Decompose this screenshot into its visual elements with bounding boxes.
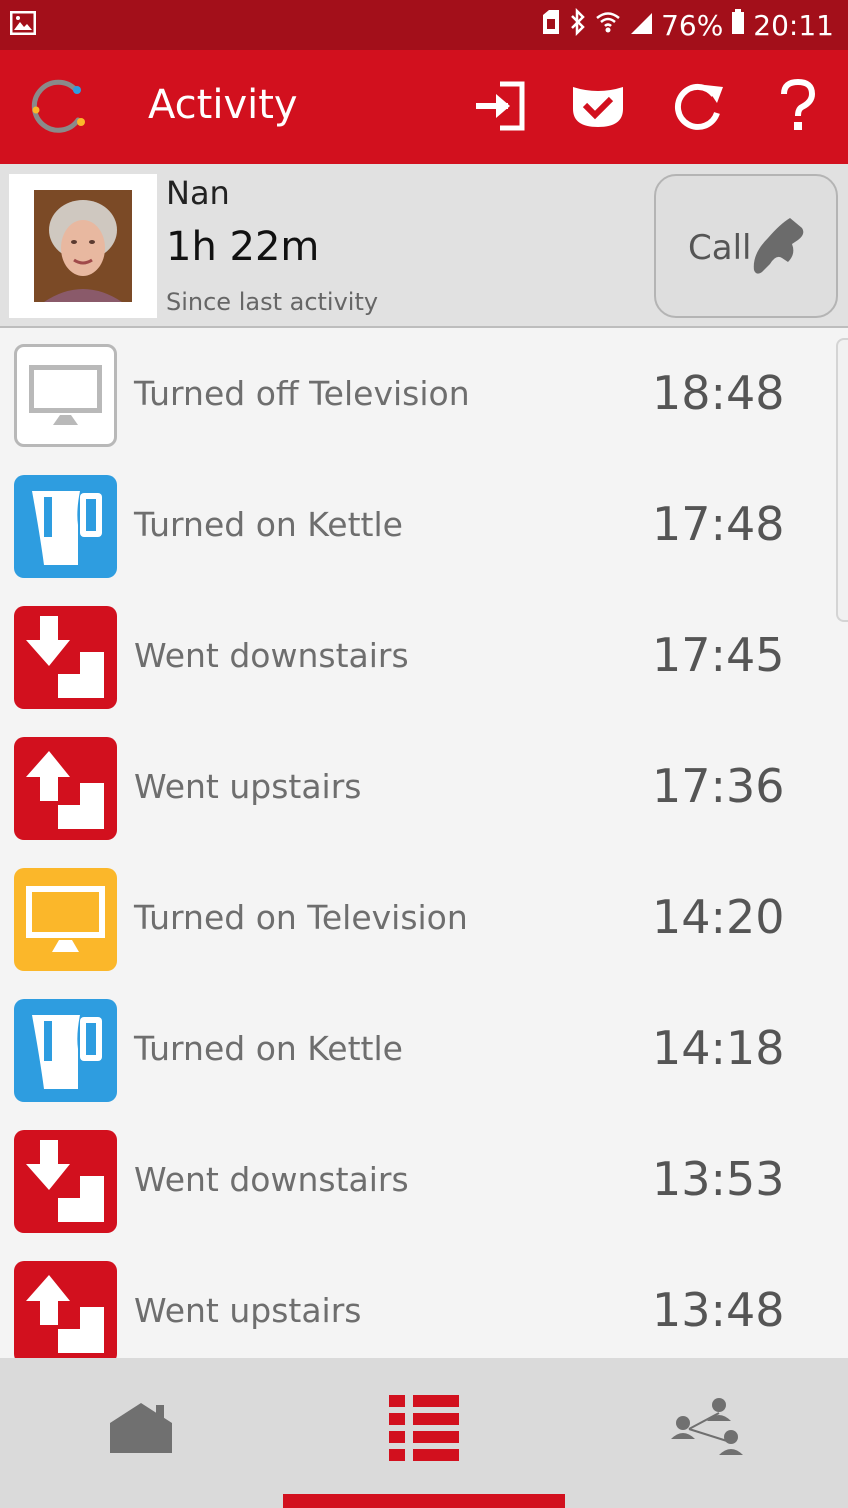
activity-label: Went upstairs bbox=[134, 767, 362, 806]
kettle-icon bbox=[14, 999, 117, 1102]
list-item[interactable]: Went downstairs 17:45 bbox=[0, 592, 848, 723]
bluetooth-icon bbox=[569, 7, 587, 43]
status-time: 20:11 bbox=[753, 8, 834, 42]
refresh-icon bbox=[674, 83, 723, 130]
activity-time: 17:36 bbox=[652, 759, 785, 813]
tv-on-icon bbox=[14, 868, 117, 971]
list-item[interactable]: Went downstairs 13:53 bbox=[0, 1116, 848, 1247]
signal-icon bbox=[629, 9, 653, 42]
sign-in-icon bbox=[476, 81, 525, 131]
app-logo-icon bbox=[28, 76, 88, 136]
person-photo bbox=[34, 190, 132, 302]
battery-percent: 76% bbox=[661, 8, 724, 42]
activity-time: 13:53 bbox=[652, 1152, 785, 1206]
activity-label: Turned off Television bbox=[134, 374, 470, 413]
list-item[interactable]: Turned on Television 14:20 bbox=[0, 854, 848, 985]
phone-icon bbox=[752, 214, 806, 280]
since-last-activity-label: Since last activity bbox=[166, 288, 379, 316]
tv-off-icon bbox=[14, 344, 117, 447]
activity-label: Went upstairs bbox=[134, 1291, 362, 1330]
refresh-button[interactable] bbox=[668, 76, 728, 136]
activity-time: 17:48 bbox=[652, 497, 785, 551]
check-in-button[interactable] bbox=[568, 76, 628, 136]
avatar[interactable] bbox=[9, 174, 157, 318]
activity-label: Turned on Kettle bbox=[134, 1029, 403, 1068]
shield-check-icon bbox=[573, 87, 623, 127]
help-icon bbox=[781, 78, 816, 130]
list-item[interactable]: Went upstairs 13:48 bbox=[0, 1247, 848, 1358]
activity-time: 17:45 bbox=[652, 628, 785, 682]
nav-selected-indicator bbox=[283, 1494, 565, 1508]
activity-label: Turned on Television bbox=[134, 898, 468, 937]
activity-time: 18:48 bbox=[652, 366, 785, 420]
nav-network[interactable] bbox=[566, 1358, 848, 1498]
call-button[interactable]: Call bbox=[654, 174, 838, 318]
activity-label: Went downstairs bbox=[134, 636, 409, 675]
nav-home[interactable] bbox=[0, 1358, 282, 1498]
app-bar: Activity bbox=[0, 50, 848, 164]
kettle-icon bbox=[14, 475, 117, 578]
upstairs-icon bbox=[14, 737, 117, 840]
home-icon bbox=[110, 1403, 172, 1453]
activity-time: 14:20 bbox=[652, 890, 785, 944]
page-title: Activity bbox=[148, 82, 298, 128]
upstairs-icon bbox=[14, 1261, 117, 1358]
activity-label: Turned on Kettle bbox=[134, 505, 403, 544]
status-bar: 76% 20:11 bbox=[0, 0, 848, 50]
downstairs-icon bbox=[14, 1130, 117, 1233]
list-item[interactable]: Turned on Kettle 17:48 bbox=[0, 461, 848, 592]
profile-header: Nan 1h 22m Since last activity Call bbox=[0, 164, 848, 328]
wifi-icon bbox=[595, 9, 621, 42]
person-name: Nan bbox=[166, 174, 230, 212]
activity-time: 13:48 bbox=[652, 1283, 785, 1337]
list-item[interactable]: Turned on Kettle 14:18 bbox=[0, 985, 848, 1116]
call-label: Call bbox=[688, 228, 752, 268]
gallery-notification-icon bbox=[9, 10, 37, 39]
activity-label: Went downstairs bbox=[134, 1160, 409, 1199]
sign-in-button[interactable] bbox=[470, 76, 530, 136]
activity-list-icon bbox=[389, 1395, 459, 1461]
activity-time: 14:18 bbox=[652, 1021, 785, 1075]
bottom-nav bbox=[0, 1358, 848, 1508]
help-button[interactable] bbox=[768, 76, 828, 136]
activity-list[interactable]: Turned off Television 18:48 Turned on Ke… bbox=[0, 330, 848, 1358]
nav-activity[interactable] bbox=[283, 1358, 565, 1498]
elapsed-time: 1h 22m bbox=[166, 224, 320, 270]
list-item[interactable]: Turned off Television 18:48 bbox=[0, 330, 848, 461]
network-icon bbox=[671, 1398, 743, 1455]
downstairs-icon bbox=[14, 606, 117, 709]
sim-icon bbox=[541, 9, 561, 42]
battery-icon bbox=[731, 8, 745, 42]
list-item[interactable]: Went upstairs 17:36 bbox=[0, 723, 848, 854]
